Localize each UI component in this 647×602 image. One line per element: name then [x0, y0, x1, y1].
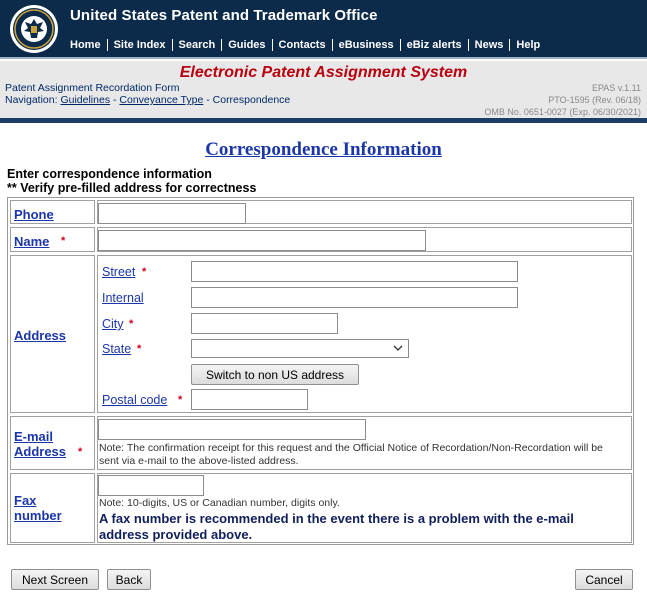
uspto-seal-icon[interactable]	[9, 4, 59, 54]
email-label-line1: E-mail	[14, 429, 54, 444]
meta-omb: OMB No. 0651-0027 (Exp. 06/30/2021)	[484, 107, 641, 117]
internal-address-input[interactable]	[191, 287, 518, 308]
name-label[interactable]: Name	[14, 234, 49, 249]
verify-note: ** Verify pre-filled address for correct…	[7, 181, 257, 195]
postal-code-label[interactable]: Postal code	[102, 393, 167, 407]
correspondence-form: Phone Name * Address Street * Internal C…	[7, 197, 634, 545]
nav-search[interactable]: Search	[173, 39, 223, 51]
switch-non-us-address-button[interactable]: Switch to non US address	[191, 364, 359, 385]
fax-input[interactable]	[98, 475, 204, 496]
breadcrumb: Navigation: Guidelines - Conveyance Type…	[5, 94, 290, 106]
email-input[interactable]	[98, 419, 366, 440]
form-meta: EPAS v.1.11 PTO-1595 (Rev. 06/18) OMB No…	[484, 82, 641, 118]
org-title: United States Patent and Trademark Offic…	[70, 7, 378, 24]
nav-ebiz-alerts[interactable]: eBiz alerts	[401, 39, 469, 51]
state-select[interactable]	[191, 339, 409, 358]
form-name: Patent Assignment Recordation Form	[5, 82, 180, 94]
street-label[interactable]: Street	[102, 265, 135, 279]
breadcrumb-separator: -	[113, 94, 117, 106]
top-nav: Home Site Index Search Guides Contacts e…	[64, 37, 546, 53]
breadcrumb-separator: -	[206, 94, 210, 106]
breadcrumb-current: Correspondence	[212, 94, 291, 106]
nav-contacts[interactable]: Contacts	[273, 39, 333, 51]
required-marker: *	[129, 318, 134, 330]
phone-input[interactable]	[98, 203, 246, 224]
city-input[interactable]	[191, 313, 338, 334]
state-label[interactable]: State	[102, 342, 131, 356]
city-label[interactable]: City	[102, 317, 124, 331]
subheader: Electronic Patent Assignment System Pate…	[0, 61, 647, 119]
required-marker: *	[61, 235, 66, 247]
fax-label-line1: Fax	[14, 493, 37, 508]
breadcrumb-guidelines[interactable]: Guidelines	[60, 94, 110, 106]
nav-site-index[interactable]: Site Index	[108, 39, 173, 51]
fax-label-line2: number	[14, 508, 62, 523]
email-note: Note: The confirmation receipt for this …	[99, 442, 603, 467]
fax-recommendation: A fax number is recommended in the event…	[99, 511, 574, 542]
email-label-line2: Address	[14, 444, 67, 459]
required-marker: *	[142, 266, 147, 278]
system-title: Electronic Patent Assignment System	[179, 64, 468, 81]
street-input[interactable]	[191, 261, 518, 282]
divider-bar	[0, 118, 647, 123]
nav-ebusiness[interactable]: eBusiness	[333, 39, 401, 51]
top-header: United States Patent and Trademark Offic…	[0, 0, 647, 59]
page-title: Correspondence Information	[205, 139, 442, 160]
name-input[interactable]	[98, 230, 426, 251]
fax-label[interactable]: Fax number	[14, 493, 62, 523]
breadcrumb-conveyance-type[interactable]: Conveyance Type	[119, 94, 203, 106]
fax-note: Note: 10-digits, US or Canadian number, …	[99, 497, 340, 509]
next-screen-button[interactable]: Next Screen	[11, 569, 99, 590]
address-label[interactable]: Address	[14, 328, 66, 343]
required-marker: *	[78, 446, 83, 458]
required-marker: *	[178, 394, 183, 406]
instruction-text: Enter correspondence information	[7, 167, 212, 181]
nav-home[interactable]: Home	[64, 39, 108, 51]
internal-label[interactable]: Internal	[102, 291, 144, 305]
nav-news[interactable]: News	[469, 39, 511, 51]
phone-label[interactable]: Phone	[14, 207, 54, 222]
meta-version: EPAS v.1.11	[591, 83, 641, 93]
back-button[interactable]: Back	[107, 569, 151, 590]
chevron-down-icon	[393, 345, 403, 351]
required-marker: *	[137, 343, 142, 355]
nav-help[interactable]: Help	[510, 39, 546, 51]
breadcrumb-prefix: Navigation:	[5, 94, 58, 106]
postal-code-input[interactable]	[191, 389, 308, 410]
nav-guides[interactable]: Guides	[222, 39, 273, 51]
email-label[interactable]: E-mail Address	[14, 429, 66, 459]
meta-pto: PTO-1595 (Rev. 06/18)	[548, 95, 641, 105]
cancel-button[interactable]: Cancel	[575, 569, 633, 590]
